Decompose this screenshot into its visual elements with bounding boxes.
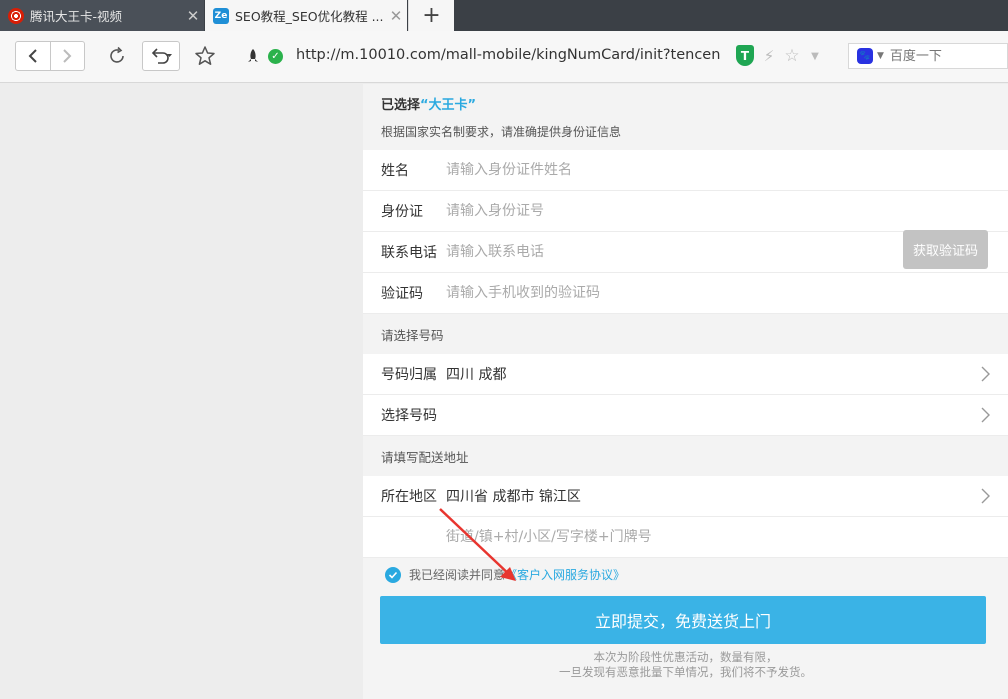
- number-belong-row[interactable]: 号码归属 四川 成都: [363, 354, 1008, 395]
- get-code-button[interactable]: 获取验证码: [903, 230, 988, 269]
- footnote-line-2: 一旦发现有恶意批量下单情况，我们将不予发货。: [559, 665, 812, 679]
- check-icon: [388, 571, 398, 579]
- agreement-line: 我已经阅读并同意 《客户入网服务协议》: [385, 566, 625, 583]
- back-button[interactable]: [16, 42, 50, 70]
- tab-title: 腾讯大王卡-视频: [30, 9, 123, 24]
- tab-seo-tutorial[interactable]: Ze SEO教程_SEO优化教程 ... ✕: [205, 0, 407, 31]
- phone-label: 联系电话: [381, 245, 437, 261]
- choose-number-header: 请选择号码: [363, 314, 1008, 354]
- street-row: [363, 517, 1008, 558]
- agree-checkbox[interactable]: [385, 566, 401, 583]
- select-number-label: 选择号码: [381, 408, 437, 424]
- undo-icon: [151, 48, 172, 64]
- bookmark-button[interactable]: [192, 43, 218, 69]
- phone-input[interactable]: [446, 244, 826, 260]
- plus-icon: +: [422, 3, 441, 28]
- selected-prefix: 已选择: [381, 98, 421, 113]
- select-number-row[interactable]: 选择号码: [363, 395, 1008, 436]
- search-input[interactable]: [889, 48, 990, 64]
- id-label: 身份证: [381, 204, 423, 220]
- tencent-video-favicon-icon: [8, 7, 24, 24]
- selected-card-header: 已选择“大王卡” 根据国家实名制要求，请准确提供身份证信息: [363, 84, 1008, 150]
- reload-button[interactable]: [104, 43, 130, 69]
- id-number-input[interactable]: [446, 203, 826, 219]
- address-header: 请填写配送地址: [363, 436, 1008, 476]
- chevron-down-icon[interactable]: ▼: [808, 43, 822, 69]
- footnote-line-1: 本次为阶段性优惠活动，数量有限，: [593, 650, 778, 664]
- tab-title: SEO教程_SEO优化教程 ...: [235, 9, 384, 24]
- undo-close-button[interactable]: [142, 41, 180, 71]
- t-shield-icon[interactable]: T: [736, 45, 754, 66]
- chevron-right-icon: [981, 407, 990, 423]
- name-input[interactable]: [446, 162, 826, 178]
- site-favicon-icon: Ze: [213, 7, 229, 24]
- tab-strip: 腾讯大王卡-视频 ✕ Ze SEO教程_SEO优化教程 ... ✕ +: [0, 0, 1008, 31]
- baidu-paw-icon: 🐾: [857, 48, 873, 64]
- reload-icon: [110, 46, 124, 63]
- code-label: 验证码: [381, 286, 423, 302]
- belong-label: 号码归属: [381, 367, 437, 383]
- order-form-page: 已选择“大王卡” 根据国家实名制要求，请准确提供身份证信息 姓名 身份证 联系电…: [363, 84, 1008, 699]
- verification-code-input[interactable]: [446, 285, 826, 301]
- address-bar[interactable]: http://m.10010.com/mall-mobile/kingNumCa…: [296, 47, 720, 63]
- id-row: 身份证: [363, 191, 1008, 232]
- favorite-star-icon[interactable]: ☆: [782, 43, 802, 69]
- region-value: 四川省 成都市 锦江区: [446, 489, 581, 505]
- region-label: 所在地区: [381, 489, 437, 505]
- forward-button[interactable]: [49, 42, 85, 70]
- lightning-icon[interactable]: ⚡: [761, 43, 777, 69]
- chevron-left-icon: [28, 49, 37, 63]
- footnote: 本次为阶段性优惠活动，数量有限， 一旦发现有恶意批量下单情况，我们将不予发货。: [363, 650, 1008, 680]
- region-row[interactable]: 所在地区 四川省 成都市 锦江区: [363, 476, 1008, 517]
- name-label: 姓名: [381, 163, 409, 179]
- secure-check-icon[interactable]: ✓: [268, 49, 283, 64]
- id-notice: 根据国家实名制要求，请准确提供身份证信息: [381, 125, 622, 139]
- nav-buttons: [15, 41, 85, 71]
- star-icon: [195, 46, 215, 65]
- close-icon[interactable]: ✕: [385, 7, 407, 25]
- selected-card-name: “大王卡”: [420, 98, 477, 113]
- chevron-right-icon: [981, 366, 990, 382]
- selected-card-line: 已选择“大王卡”: [381, 94, 1008, 113]
- street-address-input[interactable]: [446, 529, 826, 545]
- chevron-down-icon[interactable]: ▼: [877, 51, 884, 61]
- new-tab-button[interactable]: +: [408, 0, 454, 31]
- belong-value: 四川 成都: [446, 367, 507, 383]
- code-row: 验证码: [363, 273, 1008, 314]
- search-box[interactable]: 🐾 ▼: [848, 43, 1008, 69]
- service-agreement-link[interactable]: 《客户入网服务协议》: [505, 566, 625, 583]
- close-icon[interactable]: ✕: [182, 7, 204, 25]
- chevron-right-icon: [981, 488, 990, 504]
- agree-text: 我已经阅读并同意: [409, 568, 506, 582]
- tab-tencent-card[interactable]: 腾讯大王卡-视频 ✕: [0, 0, 204, 31]
- name-row: 姓名: [363, 150, 1008, 191]
- submit-button[interactable]: 立即提交，免费送货上门: [380, 596, 986, 644]
- browser-toolbar: ✓ http://m.10010.com/mall-mobile/kingNum…: [0, 31, 1008, 83]
- rocket-icon[interactable]: [246, 48, 260, 64]
- chevron-right-icon: [63, 49, 72, 63]
